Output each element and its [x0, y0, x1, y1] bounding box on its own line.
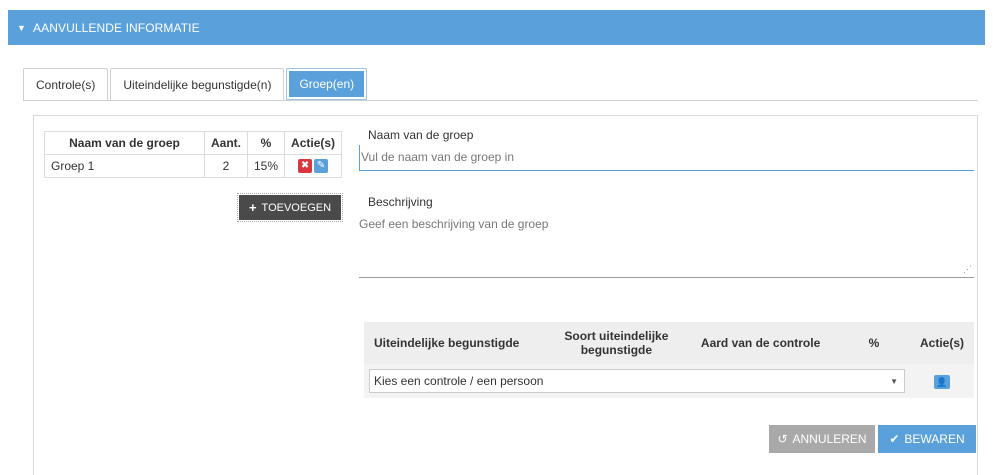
- caret-down-icon: ▼: [17, 22, 27, 33]
- section-title: AANVULLENDE INFORMATIE: [33, 20, 200, 35]
- cancel-button[interactable]: ↺ ANNULEREN: [769, 425, 875, 453]
- table-row: Groep 1 2 15% ✖ ✎: [44, 154, 343, 178]
- save-button[interactable]: ✔ BEWAREN: [878, 425, 976, 453]
- col-header-beneficiary-type: Soort uiteindelijke begunstigde: [564, 329, 669, 357]
- description-placeholder: Geef een beschrijving van de groep: [359, 217, 549, 231]
- resize-handle-icon[interactable]: ⋰: [963, 264, 972, 275]
- group-name-input[interactable]: Vul de naam van de groep in: [359, 145, 974, 171]
- group-actions-cell: ✖ ✎: [284, 154, 343, 178]
- col-header-beneficiary: Uiteindelijke begunstigde: [374, 336, 520, 350]
- tab-controles[interactable]: Controle(s): [23, 68, 109, 100]
- tab-bar: Controle(s) Uiteindelijke begunstigde(n)…: [23, 68, 369, 100]
- plus-icon: +: [248, 200, 257, 215]
- group-count-cell: 2: [204, 154, 248, 178]
- col-header-count: Aant.: [204, 131, 248, 155]
- cancel-button-label: ANNULEREN: [792, 432, 867, 446]
- beneficiary-table: Uiteindelijke begunstigde Soort uiteinde…: [364, 322, 974, 398]
- check-icon: ✔: [889, 432, 900, 446]
- section-header-aanvullende-informatie[interactable]: ▼ AANVULLENDE INFORMATIE: [8, 10, 985, 45]
- col-header-actions: Actie(s): [919, 336, 964, 350]
- select-value: Kies een controle / een persoon: [374, 374, 544, 388]
- description-label: Beschrijving: [368, 195, 433, 209]
- undo-icon: ↺: [777, 432, 788, 446]
- save-button-label: BEWAREN: [904, 432, 965, 446]
- dropdown-arrow-icon: ▼: [890, 376, 898, 386]
- group-name-placeholder: Vul de naam van de groep in: [361, 150, 514, 164]
- group-name-cell: Groep 1: [44, 154, 205, 178]
- delete-icon[interactable]: ✖: [298, 159, 313, 174]
- col-header-percent: %: [246, 131, 286, 155]
- group-percent-cell: 15%: [246, 154, 286, 178]
- col-header-group-name: Naam van de groep: [44, 131, 205, 155]
- add-person-icon[interactable]: 👤: [934, 374, 950, 389]
- groups-table: Naam van de groep Aant. % Actie(s) Groep…: [44, 131, 343, 178]
- col-header-control-type: Aard van de controle: [700, 336, 821, 350]
- add-button-label: TOEVOEGEN: [261, 201, 332, 214]
- add-group-button[interactable]: + TOEVOEGEN: [237, 193, 343, 222]
- table-row: Kies een controle / een persoon ▼ 👤: [364, 364, 974, 398]
- col-header-percent: %: [868, 336, 880, 350]
- tab-uiteindelijke-begunstigden[interactable]: Uiteindelijke begunstigde(n): [110, 68, 285, 100]
- group-name-label: Naam van de groep: [368, 128, 474, 142]
- tab-groepen[interactable]: Groep(en): [286, 68, 368, 100]
- control-person-select[interactable]: Kies een controle / een persoon ▼: [369, 369, 905, 393]
- col-header-actions: Actie(s): [284, 131, 343, 155]
- tabs-divider: [23, 100, 978, 101]
- description-textarea[interactable]: Geef een beschrijving van de groep ⋰: [359, 215, 974, 278]
- edit-icon[interactable]: ✎: [314, 159, 329, 174]
